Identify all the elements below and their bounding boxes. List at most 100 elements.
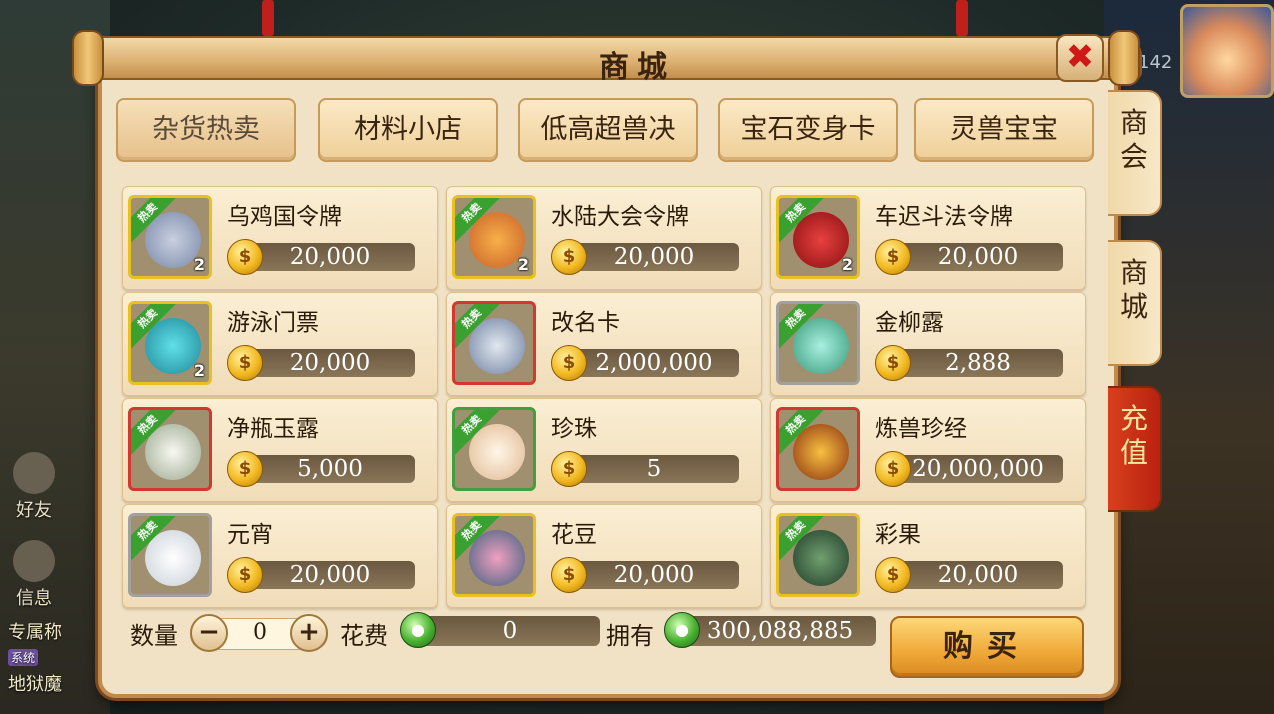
book-icon <box>793 424 849 480</box>
item-name: 车迟斗法令牌 <box>875 204 1013 230</box>
item-name: 乌鸡国令牌 <box>227 204 342 230</box>
item-icon-frame: 热卖 <box>776 513 860 597</box>
cost-label: 花费 <box>340 622 388 650</box>
item-quantity: 2 <box>193 361 205 380</box>
tab-grocery[interactable]: 杂货热卖 <box>116 98 296 162</box>
gold-coin-icon: $ <box>227 451 263 487</box>
item-icon-frame: 热卖 <box>776 407 860 491</box>
item-name: 元宵 <box>227 522 273 548</box>
item-price: 20,000 <box>289 244 371 270</box>
price-bar: 20,000 <box>245 349 415 377</box>
gold-coin-icon: $ <box>875 239 911 275</box>
item-card[interactable]: 热卖 花豆 20,000 $ <box>446 504 762 608</box>
owned-value: 300,088,885 <box>706 618 854 644</box>
item-card[interactable]: 热卖 金柳露 2,888 $ <box>770 292 1086 396</box>
item-icon-frame: 热卖 <box>776 301 860 385</box>
gold-coin-icon: $ <box>551 557 587 593</box>
pearl-icon <box>469 424 525 480</box>
item-quantity: 2 <box>193 255 205 274</box>
minus-icon: − <box>198 617 220 647</box>
item-card[interactable]: 热卖 彩果 20,000 $ <box>770 504 1086 608</box>
item-price: 20,000 <box>937 244 1019 270</box>
item-card[interactable]: 热卖 元宵 20,000 $ <box>122 504 438 608</box>
item-card[interactable]: 热卖 2 游泳门票 20,000 $ <box>122 292 438 396</box>
item-card[interactable]: 热卖 2 乌鸡国令牌 20,000 $ <box>122 186 438 290</box>
close-icon: ✖ <box>1065 37 1095 77</box>
item-icon-frame: 热卖 2 <box>452 195 536 279</box>
messages-button[interactable]: 信息 <box>6 540 62 610</box>
jade-currency-icon: ● <box>664 612 700 648</box>
friends-icon <box>13 452 55 494</box>
decrease-button[interactable]: − <box>190 614 228 652</box>
gold-coin-icon: $ <box>551 451 587 487</box>
gold-coin-icon: $ <box>227 345 263 381</box>
token-icon <box>793 212 849 268</box>
item-name: 改名卡 <box>551 310 620 336</box>
dumpling-icon <box>145 530 201 586</box>
token-icon <box>145 212 201 268</box>
price-bar: 2,888 <box>893 349 1063 377</box>
item-icon-frame: 热卖 2 <box>128 195 212 279</box>
tab-materials[interactable]: 材料小店 <box>318 98 498 162</box>
chat-line: 专属称 <box>8 622 62 643</box>
item-card[interactable]: 热卖 2 水陆大会令牌 20,000 $ <box>446 186 762 290</box>
price-bar: 20,000 <box>893 243 1063 271</box>
fruit-icon <box>793 530 849 586</box>
item-price: 20,000 <box>289 562 371 588</box>
ticket-icon <box>145 318 201 374</box>
item-price: 20,000,000 <box>912 456 1044 482</box>
item-name: 水陆大会令牌 <box>551 204 689 230</box>
scroll-icon <box>469 318 525 374</box>
red-pillar <box>262 0 274 36</box>
gold-coin-icon: $ <box>875 557 911 593</box>
side-tab-guild-shop[interactable]: 商会 <box>1108 90 1162 216</box>
gold-coin-icon: $ <box>875 451 911 487</box>
item-card[interactable]: 热卖 炼兽珍经 20,000,000 $ <box>770 398 1086 502</box>
gold-coin-icon: $ <box>551 239 587 275</box>
item-icon-frame: 热卖 <box>128 513 212 597</box>
item-card[interactable]: 热卖 改名卡 2,000,000 $ <box>446 292 762 396</box>
vase-icon <box>145 424 201 480</box>
gold-coin-icon: $ <box>227 239 263 275</box>
item-icon-frame: 热卖 <box>452 301 536 385</box>
gold-coin-icon: $ <box>227 557 263 593</box>
price-bar: 20,000 <box>569 243 739 271</box>
close-button[interactable]: ✖ <box>1056 34 1104 82</box>
tab-skill-books[interactable]: 低高超兽决 <box>518 98 698 162</box>
item-card[interactable]: 热卖 净瓶玉露 5,000 $ <box>122 398 438 502</box>
item-name: 金柳露 <box>875 310 944 336</box>
friends-button[interactable]: 好友 <box>6 452 62 522</box>
side-tab-mall[interactable]: 商城 <box>1108 240 1162 366</box>
tab-gem-cards[interactable]: 宝石变身卡 <box>718 98 898 162</box>
item-icon-frame: 热卖 2 <box>776 195 860 279</box>
item-price: 2,000,000 <box>595 350 713 376</box>
item-name: 游泳门票 <box>227 310 319 336</box>
chat-line: 地狱魔 <box>8 674 62 695</box>
side-tab-recharge[interactable]: 充值 <box>1108 386 1162 512</box>
price-bar: 20,000 <box>893 561 1063 589</box>
item-price: 5,000 <box>297 456 363 482</box>
item-price: 20,000 <box>937 562 1019 588</box>
item-card[interactable]: 热卖 珍珠 5 $ <box>446 398 762 502</box>
increase-button[interactable]: + <box>290 614 328 652</box>
item-price: 20,000 <box>289 350 371 376</box>
owned-bar: 300,088,885 <box>684 616 876 646</box>
owned-label: 拥有 <box>606 622 654 650</box>
item-name: 珍珠 <box>551 416 597 442</box>
quantity-label: 数量 <box>130 622 178 650</box>
plus-icon: + <box>298 617 320 647</box>
item-quantity: 2 <box>841 255 853 274</box>
item-card[interactable]: 热卖 2 车迟斗法令牌 20,000 $ <box>770 186 1086 290</box>
price-bar: 20,000 <box>569 561 739 589</box>
buy-button[interactable]: 购买 <box>890 616 1084 678</box>
item-name: 花豆 <box>551 522 597 548</box>
item-icon-frame: 热卖 <box>128 407 212 491</box>
price-bar: 20,000 <box>245 243 415 271</box>
item-icon-frame: 热卖 <box>452 407 536 491</box>
price-bar: 20,000 <box>245 561 415 589</box>
bean-icon <box>469 530 525 586</box>
price-bar: 20,000,000 <box>893 455 1063 483</box>
tab-pets[interactable]: 灵兽宝宝 <box>914 98 1094 162</box>
chat-bubble-icon <box>13 540 55 582</box>
potion-icon <box>793 318 849 374</box>
